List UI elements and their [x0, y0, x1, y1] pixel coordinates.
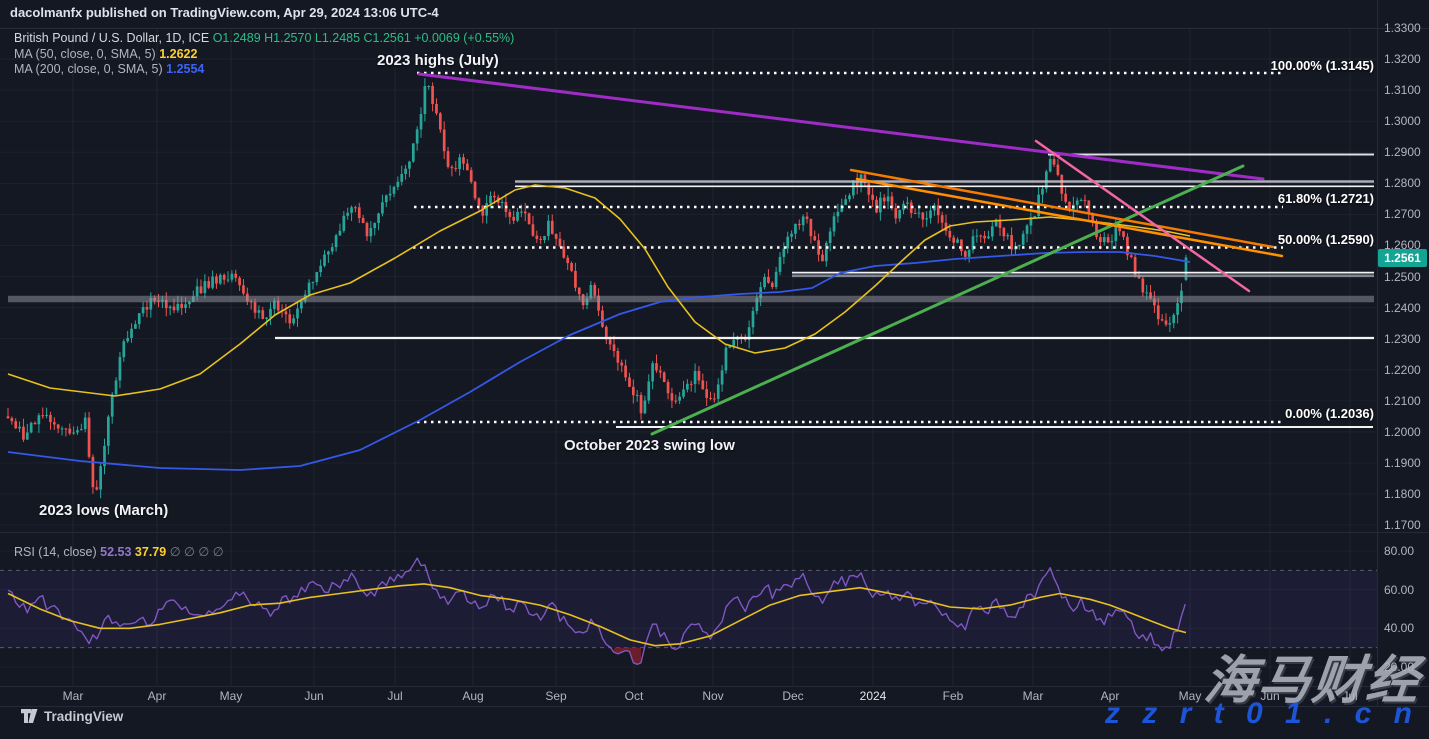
- ma200-value: 1.2554: [166, 62, 204, 76]
- price-axis-label-1.2300[interactable]: 1.2300: [1384, 332, 1421, 346]
- price-axis-label-1.2100[interactable]: 1.2100: [1384, 394, 1421, 408]
- rsi-axis-label-40.00[interactable]: 40.00: [1384, 621, 1414, 635]
- tradingview-logo-text: TradingView: [44, 709, 123, 724]
- time-axis-label-Sep[interactable]: Sep: [545, 689, 566, 703]
- rsi-legend-row[interactable]: RSI (14, close) 52.53 37.79 ∅ ∅ ∅ ∅: [14, 544, 224, 559]
- time-axis-label-Dec[interactable]: Dec: [782, 689, 803, 703]
- price-axis-label-1.3000[interactable]: 1.3000: [1384, 114, 1421, 128]
- time-axis-label-Aug[interactable]: Aug: [462, 689, 483, 703]
- price-axis-label-1.2200[interactable]: 1.2200: [1384, 363, 1421, 377]
- price-axis-label-1.2700[interactable]: 1.2700: [1384, 207, 1421, 221]
- price-axis-label-1.1700[interactable]: 1.1700: [1384, 518, 1421, 532]
- rsi-empty-slots: ∅ ∅ ∅ ∅: [170, 545, 224, 559]
- rsi-axis-label-60.00[interactable]: 60.00: [1384, 583, 1414, 597]
- time-axis-label-Jul[interactable]: Jul: [387, 689, 402, 703]
- price-axis-label-1.2900[interactable]: 1.2900: [1384, 145, 1421, 159]
- symbol-legend-row[interactable]: British Pound / U.S. Dollar, 1D, ICE O1.…: [14, 31, 514, 45]
- symbol-title: British Pound / U.S. Dollar, 1D, ICE: [14, 31, 209, 45]
- time-axis-label-Oct[interactable]: Oct: [625, 689, 644, 703]
- price-axis-label-1.2600[interactable]: 1.2600: [1384, 238, 1421, 252]
- price-axis-label-1.3200[interactable]: 1.3200: [1384, 52, 1421, 66]
- time-axis-label-May[interactable]: May: [220, 689, 243, 703]
- tradingview-logo[interactable]: TradingView: [21, 709, 123, 724]
- time-axis-label-May[interactable]: May: [1179, 689, 1202, 703]
- price-axis-label-1.1900[interactable]: 1.1900: [1384, 456, 1421, 470]
- time-axis-label-Jun[interactable]: Jun: [1260, 689, 1279, 703]
- time-axis-label-Apr[interactable]: Apr: [148, 689, 167, 703]
- time-axis-label-Jun[interactable]: Jun: [304, 689, 323, 703]
- ohlc-values: O1.2489 H1.2570 L1.2485 C1.2561 +0.0069 …: [213, 31, 515, 45]
- tradingview-chart-window: dacolmanfx published on TradingView.com,…: [0, 0, 1429, 739]
- ma50-legend-row[interactable]: MA (50, close, 0, SMA, 5) 1.2622: [14, 47, 197, 61]
- publisher-line: dacolmanfx published on TradingView.com,…: [10, 5, 439, 20]
- fib-label-0: 100.00% (1.3145): [1150, 58, 1374, 73]
- price-axis-label-1.2800[interactable]: 1.2800: [1384, 176, 1421, 190]
- fib-label-1: 61.80% (1.2721): [1150, 191, 1374, 206]
- price-axis-label-1.2000[interactable]: 1.2000: [1384, 425, 1421, 439]
- chart-canvas[interactable]: [0, 0, 1429, 739]
- time-axis-label-Mar[interactable]: Mar: [63, 689, 84, 703]
- price-axis-label-1.2400[interactable]: 1.2400: [1384, 301, 1421, 315]
- rsi-ma-value: 37.79: [135, 545, 166, 559]
- rsi-axis-label-80.00[interactable]: 80.00: [1384, 544, 1414, 558]
- price-axis-label-1.1800[interactable]: 1.1800: [1384, 487, 1421, 501]
- time-axis-label-Mar[interactable]: Mar: [1023, 689, 1044, 703]
- time-axis-label-Feb[interactable]: Feb: [943, 689, 964, 703]
- rsi-label: RSI (14, close): [14, 545, 97, 559]
- fib-label-2: 50.00% (1.2590): [1150, 232, 1374, 247]
- rsi-value: 52.53: [100, 545, 131, 559]
- time-axis-label-2024[interactable]: 2024: [860, 689, 887, 703]
- tradingview-logo-icon: [21, 709, 38, 724]
- rsi-axis-label-20.00[interactable]: 20.00: [1384, 660, 1414, 674]
- annotation-1: 2023 lows (March): [39, 502, 168, 519]
- fib-label-3: 0.00% (1.2036): [1150, 406, 1374, 421]
- time-axis-label-Jul[interactable]: Jul: [1342, 689, 1357, 703]
- time-axis-label-Nov[interactable]: Nov: [702, 689, 723, 703]
- ma200-legend-row[interactable]: MA (200, close, 0, SMA, 5) 1.2554: [14, 62, 204, 76]
- price-axis-label-1.3100[interactable]: 1.3100: [1384, 83, 1421, 97]
- ma50-label: MA (50, close, 0, SMA, 5): [14, 47, 156, 61]
- annotation-0: 2023 highs (July): [377, 52, 499, 69]
- price-axis-label-1.3300[interactable]: 1.3300: [1384, 21, 1421, 35]
- annotation-2: October 2023 swing low: [564, 437, 735, 454]
- price-axis-label-1.2500[interactable]: 1.2500: [1384, 270, 1421, 284]
- time-axis-label-Apr[interactable]: Apr: [1101, 689, 1120, 703]
- ma200-label: MA (200, close, 0, SMA, 5): [14, 62, 163, 76]
- ma50-value: 1.2622: [159, 47, 197, 61]
